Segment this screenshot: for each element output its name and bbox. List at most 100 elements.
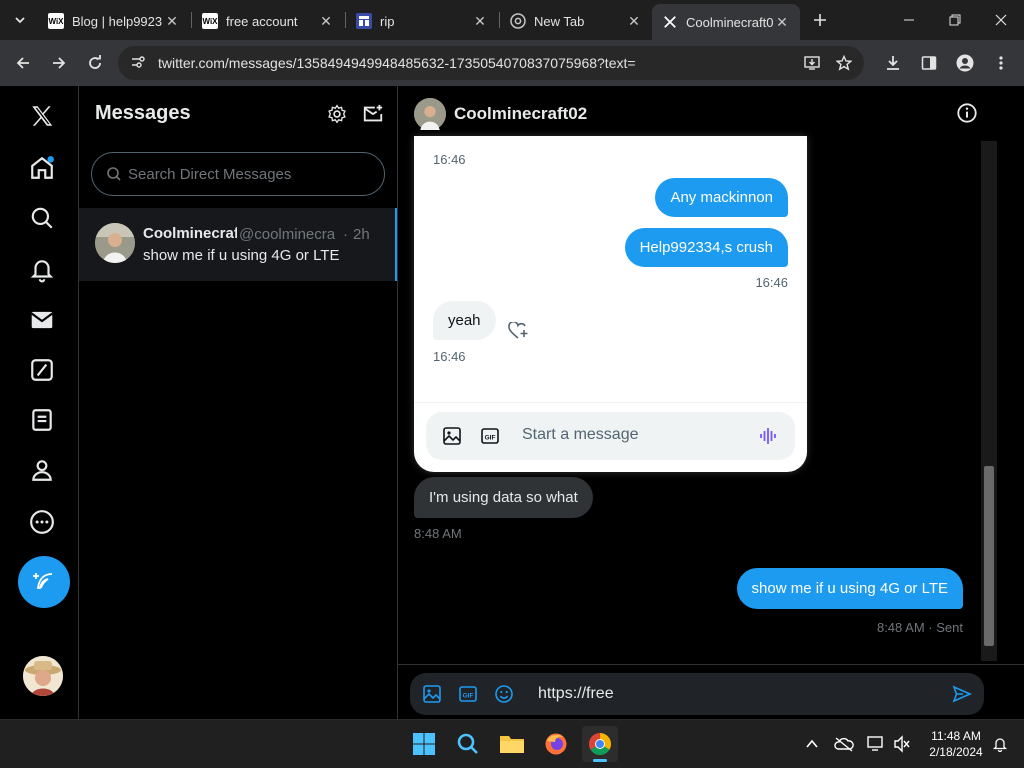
svg-text:GIF: GIF [463, 693, 474, 700]
browser-tab[interactable]: WiX Blog | help9923 ✕ [38, 6, 190, 36]
volume-muted-icon[interactable] [892, 734, 912, 754]
browser-tab-bar: WiX Blog | help9923 ✕ WiX free account ✕… [0, 0, 1024, 40]
conversation-header: Coolminecraft02 [398, 86, 998, 141]
close-icon[interactable]: ✕ [774, 14, 790, 31]
profile-button[interactable] [950, 48, 980, 78]
conversation-panel: Coolminecraft02 16:46 Any mackinnon Help… [398, 86, 1024, 719]
windows-icon [413, 733, 435, 755]
compose-post-button[interactable] [18, 556, 70, 608]
search-icon [457, 733, 478, 754]
search-messages-field[interactable] [91, 152, 385, 196]
close-icon[interactable]: ✕ [626, 13, 642, 30]
close-window-button[interactable] [978, 0, 1024, 40]
settings-button[interactable] [325, 102, 349, 126]
chrome-icon [589, 733, 611, 755]
emoji-icon[interactable] [494, 684, 514, 704]
install-app-icon[interactable] [798, 46, 826, 80]
x-logo-link[interactable] [18, 92, 66, 140]
sent-status: Sent [936, 620, 963, 635]
notifications-button[interactable] [990, 734, 1010, 754]
gif-icon[interactable]: GIF [458, 684, 478, 704]
close-icon[interactable]: ✕ [164, 13, 180, 30]
browser-tab[interactable]: WiX free account ✕ [192, 6, 344, 36]
nav-profile[interactable] [18, 446, 66, 494]
voice-icon [760, 428, 776, 444]
onedrive-icon[interactable] [834, 734, 854, 754]
back-button[interactable] [8, 48, 38, 78]
arrow-right-icon [53, 57, 66, 69]
network-icon[interactable] [866, 734, 886, 754]
site-info-icon[interactable] [126, 54, 150, 73]
close-icon[interactable]: ✕ [318, 13, 334, 30]
conversation-info-button[interactable] [956, 102, 980, 126]
firefox-button[interactable] [538, 726, 574, 762]
menu-button[interactable] [986, 48, 1016, 78]
taskbar-search-button[interactable] [450, 726, 486, 762]
conversation-item[interactable]: Coolminecraf @coolminecra · 2h show me i… [79, 208, 397, 281]
tab-title: Blog | help9923 [72, 13, 163, 29]
close-icon [995, 14, 1007, 26]
scrollbar[interactable] [981, 141, 997, 661]
forward-button[interactable] [44, 48, 74, 78]
arrow-left-icon [16, 57, 29, 69]
send-icon[interactable] [952, 684, 972, 704]
search-input[interactable] [128, 165, 368, 183]
close-icon[interactable]: ✕ [472, 13, 488, 30]
system-clock[interactable]: 11:48 AM 2/18/2024 [920, 728, 992, 760]
browser-tab-active[interactable]: Coolminecraft0 ✕ [652, 4, 800, 40]
address-bar[interactable]: twitter.com/messages/1358494949948485632… [118, 46, 864, 80]
bell-icon [992, 738, 1008, 752]
minimize-button[interactable] [886, 0, 932, 40]
heart-plus-icon [508, 322, 528, 339]
side-panel-button[interactable] [914, 48, 944, 78]
downloads-button[interactable] [878, 48, 908, 78]
tab-search-button[interactable] [6, 6, 34, 34]
nav-explore[interactable] [18, 194, 66, 242]
message-time: 16:46 [433, 152, 466, 167]
avatar-image [23, 656, 63, 696]
clock-time: 11:48 AM [931, 729, 981, 743]
url-text: twitter.com/messages/1358494949948485632… [158, 55, 636, 71]
show-hidden-icons-button[interactable] [802, 734, 822, 754]
bookmark-star-icon[interactable] [830, 46, 858, 80]
wix-icon: WiX [202, 13, 218, 29]
image-icon [443, 427, 461, 445]
list-icon [32, 409, 52, 431]
image-icon[interactable] [422, 684, 442, 704]
nav-messages[interactable] [18, 296, 66, 344]
browser-tab[interactable]: New Tab ✕ [500, 6, 652, 36]
avatar[interactable] [414, 98, 446, 130]
nav-grok[interactable] [18, 346, 66, 394]
message-compose-bar: GIF [410, 673, 984, 715]
chevron-up-icon [806, 739, 818, 748]
browser-tab[interactable]: rip ✕ [346, 6, 498, 36]
account-avatar[interactable] [23, 656, 63, 696]
side-panel-icon [921, 56, 937, 70]
message-bubble-out[interactable]: show me if u using 4G or LTE [736, 568, 963, 609]
left-navigation [0, 86, 79, 719]
gif-icon: GIF [481, 428, 499, 444]
shared-screenshot-image[interactable]: 16:46 Any mackinnon Help992334,s crush 1… [414, 136, 807, 472]
reload-button[interactable] [80, 48, 110, 78]
restore-button[interactable] [932, 0, 978, 40]
conversation-handle: @coolminecra [239, 226, 336, 243]
new-tab-button[interactable] [806, 6, 834, 34]
scrollbar-thumb[interactable] [984, 466, 994, 646]
message-bubble-in[interactable]: I'm using data so what [414, 477, 593, 518]
nav-notifications[interactable] [18, 246, 66, 294]
chrome-taskbar-button[interactable] [582, 726, 618, 762]
nav-lists[interactable] [18, 396, 66, 444]
conversation-time: 2h [353, 226, 370, 243]
nav-home[interactable] [18, 144, 66, 192]
messages-list-panel: Messages Coolminecraf @coolminecra · 2h … [79, 86, 398, 719]
file-explorer-button[interactable] [494, 726, 530, 762]
conversation-title[interactable]: Coolminecraft02 [454, 104, 587, 124]
message-time: 16:46 [755, 275, 788, 290]
profile-icon [956, 54, 974, 72]
messages-title: Messages [95, 102, 191, 124]
new-message-button[interactable] [361, 102, 385, 126]
mail-plus-icon [363, 104, 383, 122]
start-button[interactable] [406, 726, 442, 762]
nav-more[interactable] [18, 498, 66, 546]
message-input[interactable] [538, 683, 888, 705]
